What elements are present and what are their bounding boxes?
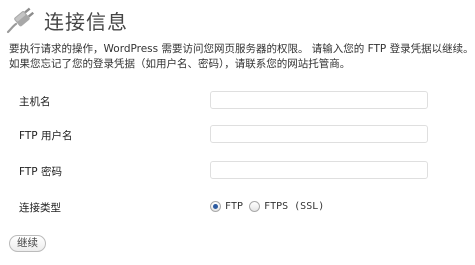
ftps-radio[interactable] bbox=[249, 201, 261, 212]
radio-selected-dot bbox=[213, 204, 218, 209]
username-label: FTP 用户名 bbox=[19, 130, 73, 142]
ftp-radio[interactable] bbox=[210, 201, 221, 212]
page-header: 连接信息 bbox=[4, 3, 128, 37]
ftps-radio-label[interactable]: FTPS (SSL) bbox=[264, 201, 324, 212]
ftp-radio-label[interactable]: FTP bbox=[225, 201, 243, 212]
connection-type-options: FTP FTPS (SSL) bbox=[210, 201, 330, 212]
hostname-input[interactable] bbox=[210, 91, 428, 109]
password-label: FTP 密码 bbox=[19, 166, 62, 178]
intro-text: 要执行请求的操作，WordPress 需要访问您网页服务器的权限。 请输入您的 … bbox=[9, 42, 474, 72]
intro-line: 如果您忘记了您的登录凭据（如用户名、密码），请联系您的网站托管商。 bbox=[9, 58, 351, 70]
hostname-label: 主机名 bbox=[19, 96, 51, 108]
username-input[interactable] bbox=[210, 125, 428, 143]
intro-line: 要执行请求的操作，WordPress 需要访问您网页服务器的权限。 请输入您的 … bbox=[9, 43, 474, 55]
password-input[interactable] bbox=[210, 161, 428, 179]
continue-button[interactable]: 继续 bbox=[9, 235, 46, 252]
connection-type-label: 连接类型 bbox=[19, 202, 61, 214]
plug-icon bbox=[4, 5, 38, 35]
page-title: 连接信息 bbox=[44, 9, 128, 34]
